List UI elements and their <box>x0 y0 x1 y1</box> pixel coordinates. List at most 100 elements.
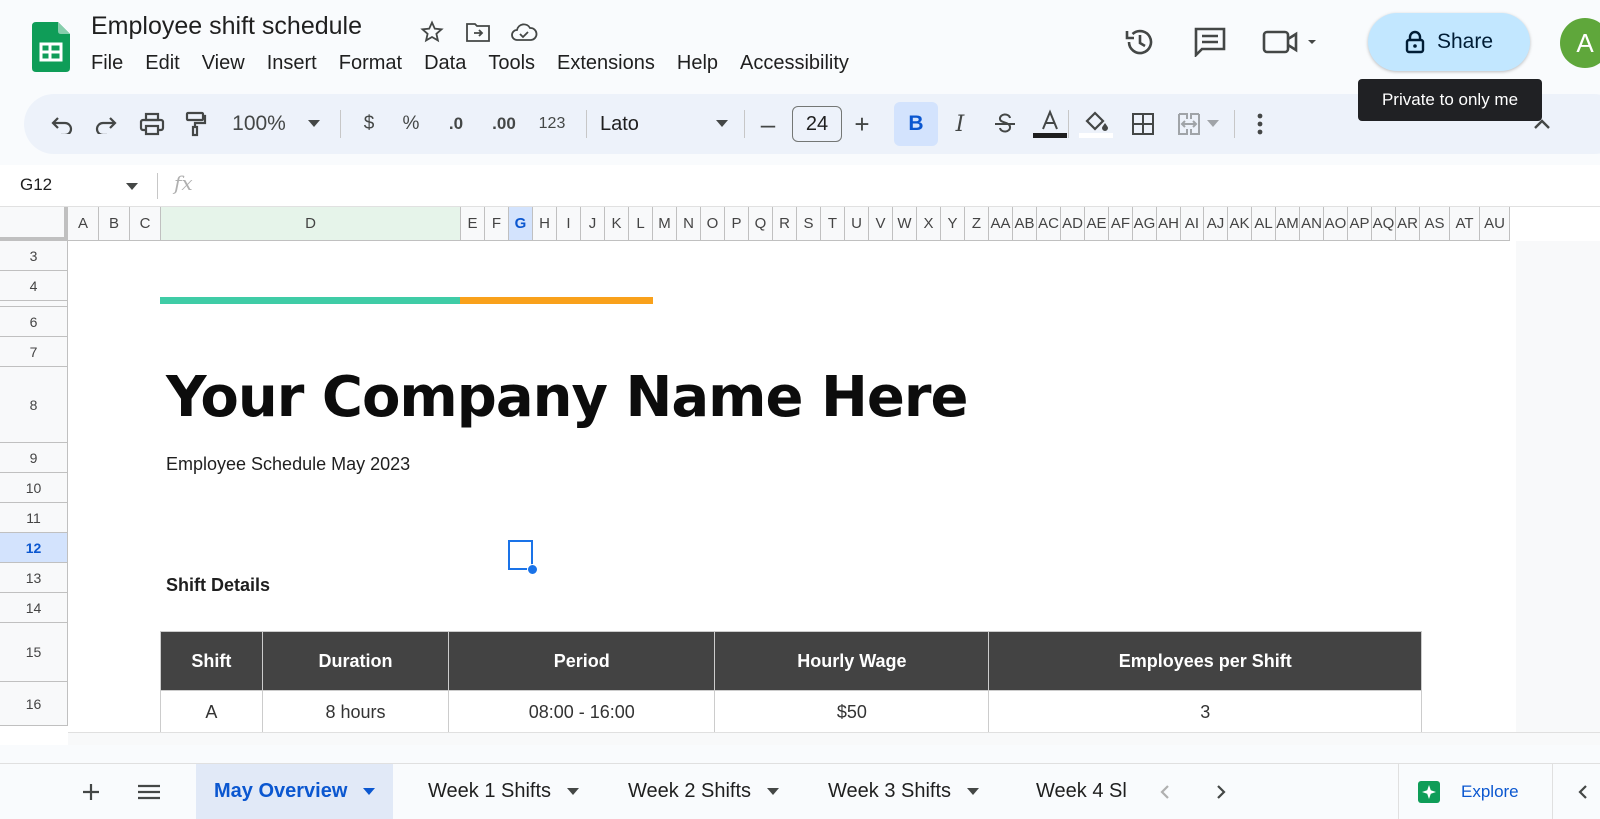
column-header-v[interactable]: V <box>869 207 893 241</box>
chevron-down-icon[interactable] <box>567 787 580 796</box>
undo-icon[interactable] <box>44 94 80 154</box>
cell-duration[interactable]: 8 hours <box>261 690 450 735</box>
column-header-ag[interactable]: AG <box>1133 207 1157 241</box>
column-header-w[interactable]: W <box>893 207 917 241</box>
column-header-ab[interactable]: AB <box>1013 207 1037 241</box>
cell-hourly-wage[interactable]: $50 <box>714 690 990 735</box>
column-header-ae[interactable]: AE <box>1085 207 1109 241</box>
side-panel-toggle[interactable] <box>1570 764 1596 819</box>
column-header-aj[interactable]: AJ <box>1204 207 1228 241</box>
row-header-3[interactable]: 3 <box>0 241 68 271</box>
column-header-ac[interactable]: AC <box>1037 207 1061 241</box>
strikethrough-icon[interactable] <box>986 94 1024 154</box>
redo-icon[interactable] <box>88 94 124 154</box>
italic-button[interactable]: I <box>942 94 978 154</box>
column-header-k[interactable]: K <box>605 207 629 241</box>
column-header-e[interactable]: E <box>461 207 485 241</box>
row-header-12[interactable]: 12 <box>0 533 68 563</box>
more-options-icon[interactable] <box>1242 94 1278 154</box>
cell-shift[interactable]: A <box>160 690 263 735</box>
column-header-af[interactable]: AF <box>1109 207 1133 241</box>
column-header-o[interactable]: O <box>701 207 725 241</box>
column-header-as[interactable]: AS <box>1420 207 1450 241</box>
row-header-11[interactable]: 11 <box>0 503 68 533</box>
row-header-16[interactable]: 16 <box>0 682 68 726</box>
column-header-c[interactable]: C <box>130 207 161 241</box>
column-header-ap[interactable]: AP <box>1348 207 1372 241</box>
column-header-p[interactable]: P <box>725 207 749 241</box>
horizontal-scrollbar[interactable] <box>68 732 1600 745</box>
row-header-9[interactable]: 9 <box>0 443 68 473</box>
column-header-ak[interactable]: AK <box>1228 207 1252 241</box>
header-employees-per-shift[interactable]: Employees per Shift <box>988 631 1422 691</box>
column-header-j[interactable]: J <box>581 207 605 241</box>
tab-week-3-shifts[interactable]: Week 3 Shifts <box>810 764 997 819</box>
column-header-x[interactable]: X <box>917 207 941 241</box>
move-folder-icon[interactable] <box>462 18 494 46</box>
column-header-an[interactable]: AN <box>1300 207 1324 241</box>
menu-edit[interactable]: Edit <box>134 52 190 75</box>
column-header-at[interactable]: AT <box>1450 207 1480 241</box>
row-header-13[interactable]: 13 <box>0 563 68 593</box>
share-button[interactable]: Share <box>1368 13 1530 71</box>
add-sheet-button[interactable] <box>72 764 110 819</box>
column-header-am[interactable]: AM <box>1276 207 1300 241</box>
font-select[interactable]: Lato <box>600 94 740 154</box>
column-header-d[interactable]: D <box>161 207 461 241</box>
meet-icon[interactable] <box>1260 22 1320 62</box>
fill-handle[interactable] <box>527 564 538 575</box>
increase-font-size-button[interactable]: + <box>844 94 880 154</box>
scroll-tabs-right-button[interactable] <box>1206 764 1236 819</box>
decrease-decimal-button[interactable]: .0 <box>438 94 474 154</box>
chevron-down-icon[interactable] <box>967 787 980 796</box>
formula-input[interactable] <box>210 165 1600 207</box>
column-header-h[interactable]: H <box>533 207 557 241</box>
column-header-ad[interactable]: AD <box>1061 207 1085 241</box>
column-header-l[interactable]: L <box>629 207 653 241</box>
row-header-8[interactable]: 8 <box>0 367 68 443</box>
column-header-q[interactable]: Q <box>749 207 773 241</box>
zoom-select[interactable]: 100% <box>226 94 326 154</box>
row-header-10[interactable]: 10 <box>0 473 68 503</box>
all-sheets-button[interactable] <box>128 764 170 819</box>
header-duration[interactable]: Duration <box>261 631 450 691</box>
column-header-ai[interactable]: AI <box>1181 207 1204 241</box>
chevron-down-icon[interactable] <box>363 787 376 796</box>
column-header-i[interactable]: I <box>557 207 581 241</box>
column-header-m[interactable]: M <box>653 207 677 241</box>
star-icon[interactable] <box>416 18 448 46</box>
cloud-saved-icon[interactable] <box>508 18 540 46</box>
bold-button[interactable]: B <box>894 102 938 146</box>
currency-format-button[interactable]: $ <box>354 94 384 154</box>
chevron-down-icon[interactable] <box>126 183 138 191</box>
cell-employees-per-shift[interactable]: 3 <box>988 690 1422 735</box>
menu-insert[interactable]: Insert <box>256 52 328 75</box>
column-header-ah[interactable]: AH <box>1157 207 1181 241</box>
increase-decimal-button[interactable]: .00 <box>484 94 524 154</box>
decrease-font-size-button[interactable]: – <box>750 94 786 154</box>
menu-file[interactable]: File <box>80 52 134 75</box>
column-header-b[interactable]: B <box>99 207 130 241</box>
font-size-input[interactable]: 24 <box>792 106 842 142</box>
sheets-logo-icon[interactable] <box>32 22 70 72</box>
column-header-ar[interactable]: AR <box>1396 207 1420 241</box>
spreadsheet-grid[interactable]: A B C D E F G H I J K L M N O P Q R S T U V W X Y Z AA AB AC AD AE AF AG… <box>0 207 1600 745</box>
column-header-aa[interactable]: AA <box>989 207 1013 241</box>
explore-button[interactable]: Explore <box>1398 764 1553 819</box>
percent-format-button[interactable]: % <box>396 94 426 154</box>
tab-may-overview[interactable]: May Overview <box>196 764 394 819</box>
column-header-g[interactable]: G <box>509 207 533 241</box>
version-history-icon[interactable] <box>1120 22 1160 62</box>
cell-period[interactable]: 08:00 - 16:00 <box>448 690 716 735</box>
header-period[interactable]: Period <box>448 631 716 691</box>
section-title[interactable]: Shift Details <box>166 575 270 596</box>
column-header-au[interactable]: AU <box>1480 207 1510 241</box>
tab-week-1-shifts[interactable]: Week 1 Shifts <box>410 764 597 819</box>
menu-extensions[interactable]: Extensions <box>546 52 666 75</box>
column-header-s[interactable]: S <box>797 207 821 241</box>
row-header-4[interactable]: 4 <box>0 271 68 301</box>
row-header-7[interactable]: 7 <box>0 337 68 367</box>
paint-format-icon[interactable] <box>178 94 214 154</box>
menu-tools[interactable]: Tools <box>477 52 546 75</box>
fill-color-icon[interactable] <box>1076 94 1116 154</box>
